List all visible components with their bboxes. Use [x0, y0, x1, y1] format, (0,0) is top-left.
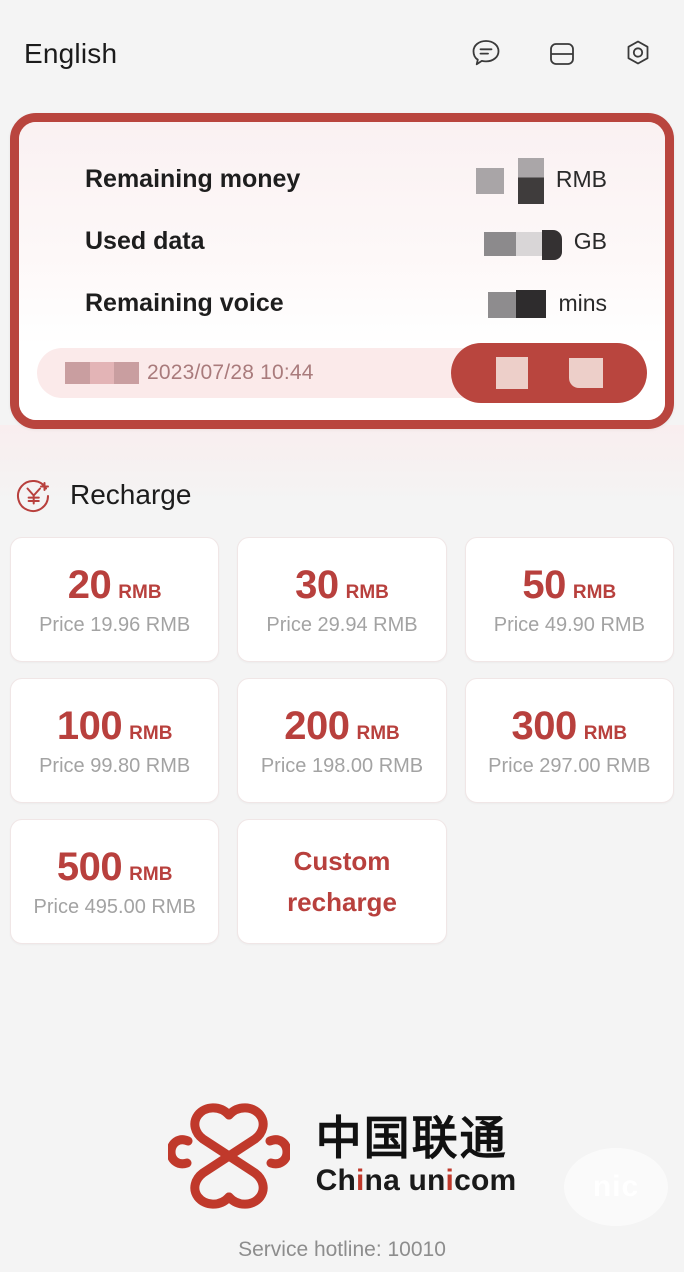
recharge-price-text: Price 29.94 RMB — [266, 613, 418, 636]
recharge-price-text: Price 19.96 RMB — [39, 613, 191, 636]
redacted-value-block — [488, 288, 547, 318]
recharge-price-text: Price 99.80 RMB — [39, 754, 191, 777]
china-unicom-knot-icon — [166, 1100, 292, 1212]
recharge-amount: 300 RMB — [512, 704, 628, 749]
brand-name-en: China unicom — [316, 1164, 517, 1199]
recharge-amount-value: 50 — [522, 562, 566, 607]
recharge-option-30[interactable]: 30 RMB Price 29.94 RMB — [237, 537, 447, 662]
hexagon-settings-icon[interactable] — [620, 36, 656, 72]
recharge-amount-currency: RMB — [118, 581, 162, 603]
recharge-amount-currency: RMB — [129, 722, 173, 744]
brand-name-cn: 中国联通 — [315, 1111, 508, 1164]
chat-bubble-icon[interactable] — [468, 36, 504, 72]
recharge-amount-currency: RMB — [129, 863, 173, 885]
remaining-money-value: RMB — [475, 158, 607, 204]
used-data-label: Used data — [85, 226, 205, 255]
app-root: English Remaining money RMB Used data GB… — [0, 0, 684, 1272]
used-data-unit: GB — [573, 227, 607, 254]
recharge-amount-currency: RMB — [356, 722, 400, 744]
last-updated-bar: 2023/07/28 10:44 — [37, 343, 647, 403]
recharge-option-500[interactable]: 500 RMB Price 495.00 RMB — [10, 819, 220, 944]
custom-recharge-button[interactable]: Custom recharge — [237, 819, 447, 944]
recharge-option-300[interactable]: 300 RMB Price 297.00 RMB — [464, 678, 674, 803]
remaining-money-unit: RMB — [555, 165, 607, 192]
brand-en-part-i2: i — [445, 1163, 455, 1197]
used-data-value: GB — [483, 226, 607, 260]
recharge-amount: 100 RMB — [57, 704, 173, 749]
recharge-amount: 20 RMB — [68, 563, 162, 608]
recharge-amount: 500 RMB — [57, 845, 173, 890]
brand-en-part-a: Ch — [315, 1163, 356, 1197]
recharge-amount: 30 RMB — [295, 563, 389, 608]
recharge-option-20[interactable]: 20 RMB Price 19.96 RMB — [10, 537, 220, 662]
last-updated-time: 2023/07/28 10:44 — [147, 361, 314, 384]
recharge-option-100[interactable]: 100 RMB Price 99.80 RMB — [10, 678, 220, 803]
header-icon-group — [468, 36, 656, 72]
recharge-price-text: Price 297.00 RMB — [488, 754, 651, 777]
remaining-voice-unit: mins — [558, 289, 607, 316]
yuan-plus-icon — [14, 475, 54, 515]
recharge-option-200[interactable]: 200 RMB Price 198.00 RMB — [237, 678, 447, 803]
recharge-option-50[interactable]: 50 RMB Price 49.90 RMB — [464, 537, 674, 662]
redacted-update-label — [65, 362, 139, 384]
recharge-amount-currency: RMB — [345, 581, 389, 603]
account-row-used-data: Used data GB — [19, 210, 665, 272]
refresh-action-button[interactable] — [451, 343, 647, 403]
remaining-voice-label: Remaining voice — [85, 288, 284, 317]
recharge-section-title: Recharge — [70, 479, 192, 510]
page-footer: 中国联通 China unicom Service hotline: 10010… — [0, 1100, 684, 1272]
recharge-amount-value: 500 — [56, 844, 123, 889]
recharge-price-text: Price 198.00 RMB — [260, 754, 424, 777]
account-card-frame: Remaining money RMB Used data GB Remaini… — [10, 113, 674, 429]
recharge-amount-value: 300 — [511, 703, 578, 748]
recharge-amount-currency: RMB — [583, 722, 628, 744]
page-header: English — [0, 0, 684, 108]
recharge-price-text: Price 495.00 RMB — [33, 895, 196, 918]
redacted-value-block — [475, 158, 544, 204]
brand-en-part-i1: i — [356, 1163, 365, 1197]
sim-card-icon[interactable] — [544, 36, 580, 72]
remaining-voice-value: mins — [488, 288, 607, 318]
recharge-amount: 200 RMB — [284, 704, 400, 749]
custom-recharge-label: Custom recharge — [287, 846, 397, 917]
recharge-amount-value: 200 — [284, 703, 350, 748]
recharge-amount-value: 30 — [295, 562, 339, 607]
account-card-body: Remaining money RMB Used data GB Remaini… — [19, 122, 665, 420]
account-row-remaining-voice: Remaining voice mins — [19, 272, 665, 334]
recharge-options-grid: 20 RMB Price 19.96 RMB 30 RMB Price 29.9… — [0, 537, 684, 944]
recharge-amount-value: 100 — [56, 703, 123, 748]
recharge-amount: 50 RMB — [522, 563, 616, 608]
account-row-remaining-money: Remaining money RMB — [19, 148, 665, 210]
brand-text: 中国联通 China unicom — [315, 1111, 517, 1199]
recharge-section-header: Recharge — [0, 475, 684, 515]
account-summary-card: Remaining money RMB Used data GB Remaini… — [10, 113, 674, 429]
language-label[interactable]: English — [24, 38, 117, 70]
redacted-value-block — [483, 226, 562, 260]
brand-en-part-c: com — [454, 1163, 517, 1197]
recharge-price-text: Price 49.90 RMB — [493, 613, 645, 636]
brand-en-part-b: na un — [364, 1163, 446, 1197]
remaining-money-label: Remaining money — [85, 164, 301, 193]
brand-logo: 中国联通 China unicom — [0, 1100, 684, 1212]
recharge-amount-value: 20 — [67, 562, 112, 607]
recharge-amount-currency: RMB — [572, 581, 617, 603]
service-hotline-text: Service hotline: 10010 — [238, 1238, 446, 1261]
